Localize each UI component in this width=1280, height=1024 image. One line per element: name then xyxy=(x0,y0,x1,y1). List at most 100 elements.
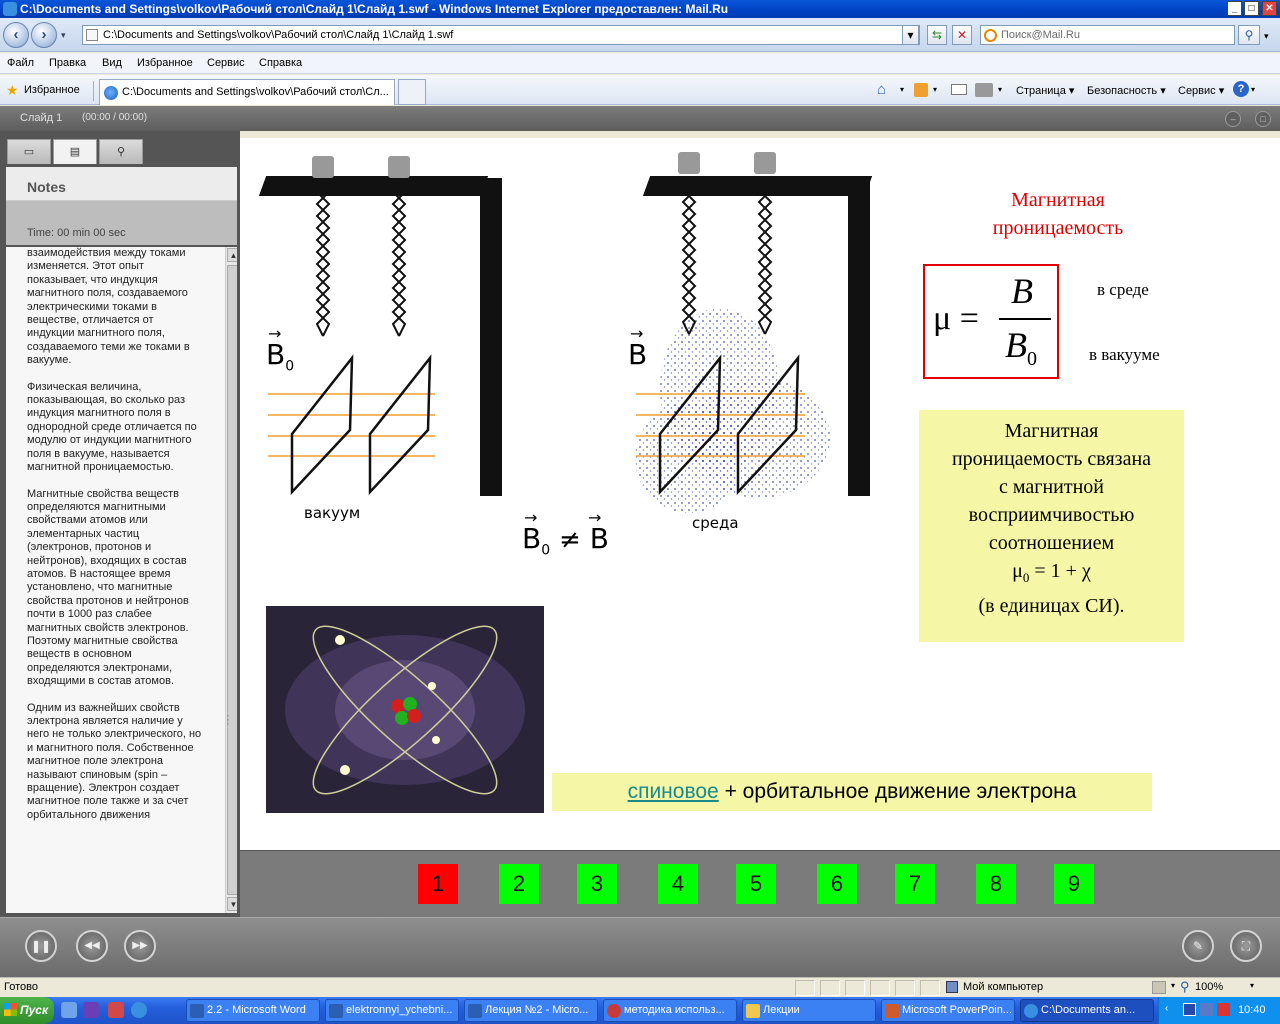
home-icon[interactable]: ⌂ xyxy=(877,81,895,98)
tab-outline[interactable]: ▭ xyxy=(7,139,51,164)
slide-button-2[interactable]: 2 xyxy=(499,864,539,904)
player-fullscreen-icon[interactable]: □ xyxy=(1255,111,1271,127)
player-minimize-icon[interactable]: – xyxy=(1225,111,1241,127)
medium-label: среда xyxy=(692,514,739,532)
mailru-icon xyxy=(984,29,997,42)
slide-button-9[interactable]: 9 xyxy=(1054,864,1094,904)
yellow-line: восприимчивостью xyxy=(968,504,1135,526)
menu-view[interactable]: Вид xyxy=(102,57,122,69)
browser-tab[interactable]: C:\Documents and Settings\volkov\Рабочий… xyxy=(99,79,395,105)
safety-menu[interactable]: Безопасность ▾ xyxy=(1087,84,1166,97)
fullscreen-icon[interactable]: ⛶ xyxy=(1230,930,1262,962)
status-pane xyxy=(820,980,840,996)
rss-dropdown-icon[interactable]: ▾ xyxy=(933,85,937,94)
taskbar-item-word[interactable]: 2.2 - Microsoft Word xyxy=(186,999,320,1022)
protected-dropdown-icon[interactable]: ▾ xyxy=(1171,981,1175,990)
back-button[interactable]: ‹ xyxy=(3,22,29,48)
scroll-up-icon[interactable]: ▲ xyxy=(227,248,237,262)
menu-file[interactable]: Файл xyxy=(7,57,34,69)
scroll-down-icon[interactable]: ▼ xyxy=(227,897,237,911)
notes-scrollbar[interactable]: ▲ ▼ xyxy=(225,247,237,913)
print-icon[interactable] xyxy=(975,83,993,97)
slide-button-8[interactable]: 8 xyxy=(976,864,1016,904)
mail-icon[interactable] xyxy=(951,84,967,95)
favorites-star-icon[interactable]: ★ xyxy=(6,83,19,97)
taskbar-item-label: Лекция №2 - Micro... xyxy=(485,1004,589,1016)
notes-text: взаимодействия между токами изменяется. … xyxy=(27,247,203,835)
notes-area[interactable]: взаимодействия между токами изменяется. … xyxy=(6,247,237,913)
taskbar-item-powerpoint[interactable]: Microsoft PowerPoin... xyxy=(881,999,1015,1022)
b0-vector-label: → B0 xyxy=(266,324,295,375)
b0-neq-b: → B0 ≠ → B xyxy=(522,508,609,559)
slide-button-5[interactable]: 5 xyxy=(736,864,776,904)
search-options-icon[interactable]: ▾ xyxy=(1264,31,1269,42)
quicklaunch-opera-icon[interactable] xyxy=(108,1002,124,1018)
ie-tab-icon xyxy=(104,86,118,100)
new-tab-button[interactable] xyxy=(398,79,426,105)
pause-icon[interactable]: ❚❚ xyxy=(25,930,57,962)
minimize-button[interactable]: _ xyxy=(1227,1,1242,16)
zoom-icon[interactable]: ⚲ xyxy=(1180,979,1190,995)
taskbar-item-label: 2.2 - Microsoft Word xyxy=(207,1004,306,1016)
address-dropdown-icon[interactable]: ▾ xyxy=(902,25,919,45)
tab-notes[interactable]: ▤ xyxy=(53,139,97,164)
slide-button-4[interactable]: 4 xyxy=(658,864,698,904)
help-dropdown-icon[interactable]: ▾ xyxy=(1251,85,1255,94)
start-button[interactable]: Пуск xyxy=(0,997,54,1024)
rss-icon[interactable] xyxy=(914,83,928,97)
tray-save-icon[interactable] xyxy=(1183,1003,1196,1016)
search-icon[interactable]: ⚲ xyxy=(1238,25,1260,45)
maximize-button[interactable]: □ xyxy=(1244,1,1259,16)
page-menu[interactable]: Страница ▾ xyxy=(1016,84,1074,97)
neq-sign: ≠ xyxy=(559,525,581,555)
quicklaunch-desktop-icon[interactable] xyxy=(61,1002,77,1018)
rewind-icon[interactable]: ◀◀ xyxy=(76,930,108,962)
history-dropdown-icon[interactable]: ▾ xyxy=(61,30,66,41)
status-pane xyxy=(895,980,915,996)
ie-icon xyxy=(3,2,17,16)
favorites-button[interactable]: Избранное xyxy=(24,84,80,96)
refresh-icon[interactable]: ⇆ xyxy=(927,25,947,45)
spin-link[interactable]: спиновое xyxy=(628,780,719,803)
tab-search[interactable]: ⚲ xyxy=(99,139,143,164)
taskbar-item-folder[interactable]: Лекции xyxy=(742,999,876,1022)
slide-button-1[interactable]: 1 xyxy=(418,864,458,904)
tools-menu[interactable]: Сервис ▾ xyxy=(1178,84,1224,97)
menu-tools[interactable]: Сервис xyxy=(207,57,245,69)
fast-forward-icon[interactable]: ▶▶ xyxy=(124,930,156,962)
stop-icon[interactable]: ✕ xyxy=(952,25,972,45)
ie-icon xyxy=(1024,1004,1038,1018)
forward-button[interactable]: › xyxy=(31,22,57,48)
taskbar-item-ie[interactable]: C:\Documents an... xyxy=(1020,999,1154,1022)
print-dropdown-icon[interactable]: ▾ xyxy=(998,85,1002,94)
taskbar-item-lecture[interactable]: Лекция №2 - Micro... xyxy=(464,999,598,1022)
zone-text: Мой компьютер xyxy=(963,981,1044,993)
menu-favorites[interactable]: Избранное xyxy=(137,57,193,69)
tray-arrow-icon[interactable]: ‹ xyxy=(1165,1003,1168,1014)
panel-splitter-icon[interactable]: · · · xyxy=(226,709,230,729)
title-line-2: проницаемость xyxy=(992,217,1124,239)
zoom-level[interactable]: 100% xyxy=(1195,981,1223,993)
menu-help[interactable]: Справка xyxy=(259,57,302,69)
quicklaunch-ie-icon[interactable] xyxy=(131,1002,147,1018)
notes-panel: ▭ ▤ ⚲ Notes Time: 00 min 00 sec взаимоде… xyxy=(0,131,240,917)
help-icon[interactable]: ? xyxy=(1233,81,1249,97)
pen-icon[interactable]: ✎ xyxy=(1182,930,1214,962)
tray-network-icon[interactable] xyxy=(1200,1003,1213,1016)
quicklaunch-app-icon[interactable] xyxy=(83,1002,99,1018)
tray-antivirus-icon[interactable] xyxy=(1217,1003,1230,1016)
taskbar-item-doc[interactable]: elektronnyi_ychebni... xyxy=(325,999,459,1022)
close-button[interactable]: ✕ xyxy=(1262,1,1277,16)
taskbar-item-method[interactable]: методика использ... xyxy=(603,999,737,1022)
protected-mode-icon[interactable] xyxy=(1152,981,1166,994)
scroll-thumb[interactable] xyxy=(227,265,237,895)
search-input[interactable]: Поиск@Mail.Ru xyxy=(980,25,1235,45)
address-input[interactable]: C:\Documents and Settings\volkov\Рабочий… xyxy=(82,25,920,45)
slide-button-3[interactable]: 3 xyxy=(577,864,617,904)
slide-button-7[interactable]: 7 xyxy=(895,864,935,904)
slide-button-6[interactable]: 6 xyxy=(817,864,857,904)
menu-edit[interactable]: Правка xyxy=(49,57,86,69)
home-dropdown-icon[interactable]: ▾ xyxy=(900,85,904,94)
susceptibility-box: Магнитная проницаемость связана с магнит… xyxy=(919,410,1184,642)
zoom-dropdown-icon[interactable]: ▾ xyxy=(1250,981,1254,990)
